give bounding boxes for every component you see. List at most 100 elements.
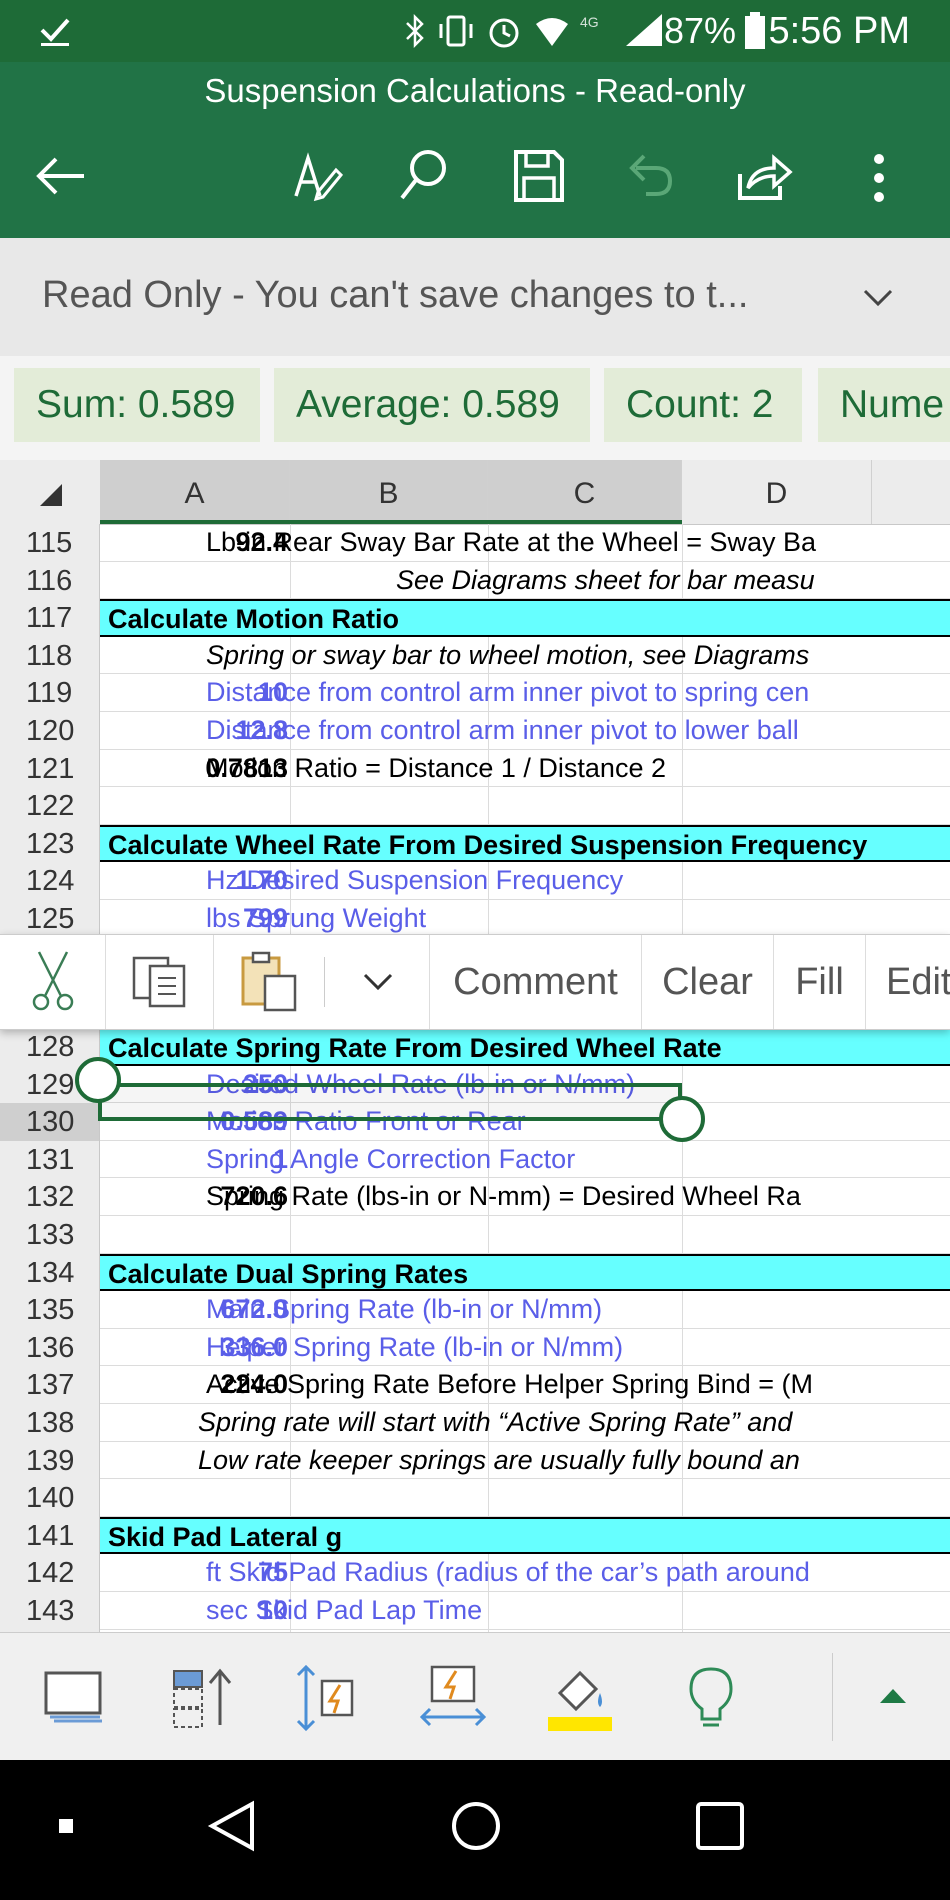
autofit-column-width-icon[interactable] xyxy=(418,1663,488,1733)
cell-text[interactable]: Motion Ratio = Distance 1 / Distance 2 xyxy=(206,750,666,787)
cell-text[interactable]: Active Spring Rate Before Helper Spring … xyxy=(206,1366,813,1403)
copy-button[interactable] xyxy=(106,935,214,1029)
section-header-cell[interactable]: Calculate Wheel Rate From Desired Suspen… xyxy=(100,824,950,863)
nav-back-icon[interactable] xyxy=(204,1798,260,1854)
cell-text[interactable]: Spring Rate (lbs-in or N-mm) = Desired W… xyxy=(206,1178,801,1215)
cut-button[interactable] xyxy=(0,935,106,1029)
row-cells[interactable]: 336.0 Helper Spring Rate (lb-in or N/mm) xyxy=(100,1328,950,1367)
chevron-down-icon[interactable] xyxy=(862,288,894,308)
lightbulb-tell-me-icon[interactable] xyxy=(676,1663,746,1733)
row-cells[interactable]: Spring or sway bar to wheel motion, see … xyxy=(100,636,950,675)
section-header-cell[interactable]: Calculate Motion Ratio xyxy=(100,599,950,637)
insert-rows-icon[interactable] xyxy=(168,1663,238,1733)
row-cells[interactable] xyxy=(100,787,950,825)
cell-text[interactable]: Main Spring Rate (lb-in or N/mm) xyxy=(206,1291,602,1328)
numerical-count-chip[interactable]: Nume xyxy=(818,368,950,442)
row-cells[interactable]: See Diagrams sheet for bar measu xyxy=(100,561,950,600)
more-options-icon[interactable] xyxy=(868,152,890,204)
paste-button[interactable] xyxy=(214,935,324,1029)
row-cells[interactable]: 10 sec Skid Pad Lap Time xyxy=(100,1592,950,1630)
cell-text[interactable]: lbs Sprung Weight xyxy=(206,900,426,937)
undo-icon[interactable] xyxy=(622,148,678,204)
read-only-banner[interactable]: Read Only - You can't save changes to t.… xyxy=(0,238,950,356)
cell-selection-range[interactable] xyxy=(98,1083,682,1121)
row-cells[interactable]: 12.8 Distance from control arm inner pivo… xyxy=(100,712,950,750)
cell-text[interactable]: Distance from control arm inner pivot to… xyxy=(206,674,809,711)
cell-text[interactable]: Helper Spring Rate (lb-in or N/mm) xyxy=(206,1329,623,1366)
section-header-cell[interactable]: Skid Pad Lateral g xyxy=(100,1516,950,1555)
column-header-b[interactable]: B xyxy=(290,460,488,524)
edit-pen-icon[interactable] xyxy=(288,148,344,204)
row-cells[interactable] xyxy=(100,1479,950,1517)
row-number[interactable]: 137 xyxy=(0,1366,100,1404)
row-cells[interactable]: 1.70 Hz Desired Suspension Frequency xyxy=(100,862,950,900)
row-number[interactable]: 135 xyxy=(0,1291,100,1329)
search-icon[interactable] xyxy=(396,146,452,206)
row-number[interactable]: 125 xyxy=(0,900,100,938)
cell-text[interactable]: Spring or sway bar to wheel motion, see … xyxy=(206,637,809,674)
row-number[interactable]: 134 xyxy=(0,1253,100,1292)
cell-text[interactable]: Spring rate will start with “Active Spri… xyxy=(198,1404,792,1441)
row-cells[interactable]: Spring rate will start with “Active Spri… xyxy=(100,1404,950,1442)
row-number[interactable]: 118 xyxy=(0,636,100,675)
column-header-a[interactable]: A xyxy=(100,460,290,524)
selection-handle-start[interactable] xyxy=(75,1057,121,1103)
comment-box-icon[interactable] xyxy=(40,1663,110,1733)
autofit-row-height-icon[interactable] xyxy=(292,1663,362,1733)
expand-ribbon-caret-icon[interactable] xyxy=(878,1687,908,1707)
column-header-c[interactable]: C xyxy=(488,460,682,524)
clear-button[interactable]: Clear xyxy=(642,935,774,1029)
nav-home-icon[interactable] xyxy=(448,1798,504,1854)
row-cells[interactable]: 1 Spring Angle Correction Factor xyxy=(100,1140,950,1179)
cell-text[interactable]: sec Skid Pad Lap Time xyxy=(206,1592,482,1629)
row-cells[interactable]: 720.6 Spring Rate (lbs-in or N-mm) = Desi… xyxy=(100,1178,950,1216)
edit-button[interactable]: Edit xyxy=(866,935,950,1029)
fill-button[interactable]: Fill xyxy=(774,935,866,1029)
cell-text[interactable]: Hz Desired Suspension Frequency xyxy=(206,862,623,899)
row-number[interactable]: 139 xyxy=(0,1441,100,1480)
save-disk-icon[interactable] xyxy=(510,148,566,204)
fill-color-icon[interactable] xyxy=(546,1663,616,1733)
row-cells[interactable] xyxy=(100,1216,950,1254)
average-chip[interactable]: Average: 0.589 xyxy=(274,368,590,442)
cell-text[interactable]: See Diagrams sheet for bar measu xyxy=(396,562,815,599)
row-number[interactable]: 123 xyxy=(0,824,100,863)
row-number[interactable]: 115 xyxy=(0,524,100,562)
cell-text[interactable]: Low rate keeper springs are usually full… xyxy=(198,1442,800,1479)
row-number[interactable]: 131 xyxy=(0,1140,100,1179)
row-cells[interactable]: 0.7813 Motion Ratio = Distance 1 / Distan… xyxy=(100,749,950,788)
row-number[interactable]: 120 xyxy=(0,712,100,750)
nav-recents-icon[interactable] xyxy=(692,1798,748,1854)
row-number[interactable]: 142 xyxy=(0,1554,100,1592)
row-cells[interactable]: 224.0 Active Spring Rate Before Helper Sp… xyxy=(100,1366,950,1404)
selection-handle-end[interactable] xyxy=(659,1096,705,1142)
row-number[interactable]: 132 xyxy=(0,1178,100,1216)
row-number[interactable]: 133 xyxy=(0,1216,100,1254)
back-arrow-icon[interactable] xyxy=(34,154,88,198)
row-cells[interactable]: Low rate keeper springs are usually full… xyxy=(100,1441,950,1480)
row-number[interactable]: 141 xyxy=(0,1516,100,1555)
row-number[interactable]: 116 xyxy=(0,561,100,600)
section-header-cell[interactable]: Calculate Dual Spring Rates xyxy=(100,1253,950,1292)
spreadsheet-grid[interactable]: A B C D 115 92.4 Lb-in Rear Sway Bar Rate … xyxy=(0,460,950,1632)
comment-button[interactable]: Comment xyxy=(430,935,642,1029)
share-icon[interactable] xyxy=(734,148,794,204)
row-number[interactable]: 138 xyxy=(0,1404,100,1442)
row-number[interactable]: 130 xyxy=(0,1103,100,1141)
paste-options-dropdown[interactable] xyxy=(326,935,430,1029)
row-cells[interactable]: 799 lbs Sprung Weight xyxy=(100,900,950,938)
cell-text[interactable]: Lb-in Rear Sway Bar Rate at the Wheel = … xyxy=(206,524,816,561)
row-number[interactable]: 121 xyxy=(0,749,100,788)
row-number[interactable]: 136 xyxy=(0,1328,100,1367)
row-cells[interactable]: 75 ft Skid Pad Radius (radius of the car’… xyxy=(100,1554,950,1592)
cell-text[interactable]: ft Skid Pad Radius (radius of the car’s … xyxy=(206,1554,810,1591)
column-header-d[interactable]: D xyxy=(682,460,872,524)
row-number[interactable]: 122 xyxy=(0,787,100,825)
row-number[interactable]: 117 xyxy=(0,599,100,637)
cell-text[interactable]: Distance from control arm inner pivot to… xyxy=(206,712,799,749)
row-number[interactable]: 143 xyxy=(0,1592,100,1630)
row-cells[interactable]: 10 Distance from control arm inner pivot … xyxy=(100,674,950,712)
row-number[interactable]: 119 xyxy=(0,674,100,712)
row-number[interactable]: 124 xyxy=(0,862,100,900)
sum-chip[interactable]: Sum: 0.589 xyxy=(14,368,260,442)
